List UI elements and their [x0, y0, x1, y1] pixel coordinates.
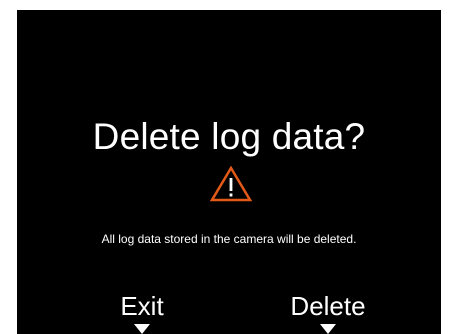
delete-button[interactable]: Delete — [273, 291, 383, 321]
exit-indicator-icon — [134, 324, 150, 334]
dialog-title: Delete log data? — [92, 116, 366, 157]
delete-indicator-icon — [320, 324, 336, 334]
camera-frame: Delete log data? All log data stored in … — [0, 0, 459, 334]
warning-triangle-icon — [210, 166, 252, 202]
camera-screen: Delete log data? All log data stored in … — [17, 10, 441, 334]
dialog-message: All log data stored in the camera will b… — [101, 232, 357, 246]
exit-button[interactable]: Exit — [97, 291, 187, 321]
